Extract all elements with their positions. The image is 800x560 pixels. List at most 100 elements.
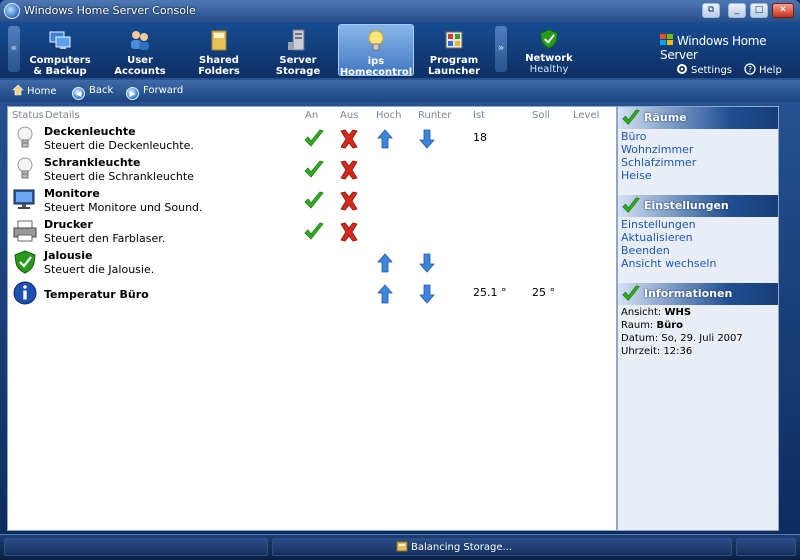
launcher-icon <box>445 31 463 49</box>
off-cross-icon[interactable] <box>338 128 360 150</box>
lightbulb-icon <box>368 30 384 51</box>
info-room-value: Büro <box>656 320 684 331</box>
table-row-temperatur-buero[interactable]: Temperatur Büro 25.1 ° 25 ° <box>8 278 616 309</box>
home-button[interactable]: Home <box>12 84 57 98</box>
side-panel: Räume Büro Wohnzimmer Schlafzimmer Heise… <box>617 106 779 531</box>
device-table: Status Details An Aus Hoch Runter Ist So… <box>7 106 617 531</box>
device-name: Temperatur Büro <box>44 288 149 301</box>
tab-program-launcher[interactable]: Program Launcher <box>416 24 492 77</box>
table-row-jalousie[interactable]: Jalousie Steuert die Jalousie. <box>8 247 616 278</box>
nav-bar: « Computers & Backup User Accounts Share… <box>0 22 800 78</box>
tab-computers-backup[interactable]: Computers & Backup <box>22 24 98 77</box>
info-view-label: Ansicht: <box>621 307 662 318</box>
tab-shared-folders[interactable]: Shared Folders <box>181 24 257 77</box>
room-link-buero[interactable]: Büro <box>621 130 696 143</box>
info-time-label: Uhrzeit: <box>621 346 661 357</box>
back-arrow-icon: ◀ <box>72 87 85 100</box>
tab-user-accounts[interactable]: User Accounts <box>102 24 178 77</box>
whs-app-icon <box>4 3 20 19</box>
table-row-schrankleuchte[interactable]: Schrankleuchte Steuert die Schrankleucht… <box>8 154 616 185</box>
header-target: Soll <box>532 110 551 121</box>
help-button[interactable]: ? Help <box>744 63 782 76</box>
network-label: Network <box>525 53 573 64</box>
title-bar: Windows Home Server Console ⧉ _ □ ✕ <box>0 0 800 22</box>
maximize-button[interactable]: □ <box>750 3 768 18</box>
on-check-icon[interactable] <box>303 221 325 243</box>
forward-label: Forward <box>143 85 184 96</box>
minimize-button[interactable]: _ <box>728 3 746 18</box>
actual-value: 18 <box>473 131 487 144</box>
folder-icon <box>211 30 227 51</box>
help-label: Help <box>759 65 782 76</box>
storage-icon <box>396 541 408 552</box>
nav-scroll-left-button[interactable]: « <box>8 26 20 72</box>
info-room-label: Raum: <box>621 320 654 331</box>
tab-ips-homecontrol[interactable]: ips Homecontrol <box>338 24 414 78</box>
header-status: Status <box>12 110 44 121</box>
settings-label: Settings <box>691 65 733 76</box>
restore-window-button[interactable]: ⧉ <box>702 3 720 18</box>
brand-logo: Windows Home Server <box>660 34 800 62</box>
device-description: Steuert die Jalousie. <box>44 263 155 276</box>
network-shield-icon <box>538 28 560 50</box>
switch-view-link[interactable]: Ansicht wechseln <box>621 257 716 270</box>
close-button[interactable]: ✕ <box>772 3 794 18</box>
nav-scroll-right-button[interactable]: » <box>495 26 507 72</box>
info-view-value: WHS <box>664 307 692 318</box>
computers-icon <box>49 31 71 49</box>
exit-link[interactable]: Beenden <box>621 244 716 257</box>
storage-status-text: Balancing Storage... <box>411 542 513 553</box>
down-arrow-icon[interactable] <box>416 252 438 274</box>
room-link-heise[interactable]: Heise <box>621 169 696 182</box>
target-value: 25 ° <box>532 286 555 299</box>
info-view: Ansicht: WHS <box>621 306 743 319</box>
toolbar: Home ◀ Back ▶ Forward <box>0 80 800 102</box>
room-link-schlafzimmer[interactable]: Schlafzimmer <box>621 156 696 169</box>
down-arrow-icon[interactable] <box>416 283 438 305</box>
up-arrow-icon[interactable] <box>374 252 396 274</box>
on-check-icon[interactable] <box>303 159 325 181</box>
up-arrow-icon[interactable] <box>374 128 396 150</box>
off-cross-icon[interactable] <box>338 190 360 212</box>
check-icon <box>621 108 641 128</box>
header-actual: Ist <box>473 110 486 121</box>
help-icon: ? <box>744 63 756 75</box>
tab-server-storage[interactable]: Server Storage <box>260 24 336 77</box>
settings-link[interactable]: Einstellungen <box>621 218 716 231</box>
off-cross-icon[interactable] <box>338 159 360 181</box>
up-arrow-icon[interactable] <box>374 283 396 305</box>
device-description: Steuert die Schrankleuchte <box>44 170 194 183</box>
tab-line1: Computers <box>29 55 91 66</box>
forward-button[interactable]: ▶ Forward <box>126 84 184 100</box>
info-list: Ansicht: WHS Raum: Büro Datum: So, 29. J… <box>621 306 743 358</box>
room-link-wohnzimmer[interactable]: Wohnzimmer <box>621 143 696 156</box>
status-segment <box>4 538 268 556</box>
check-icon <box>621 284 641 304</box>
settings-title: Einstellungen <box>644 199 729 212</box>
header-off: Aus <box>340 110 359 121</box>
down-arrow-icon[interactable] <box>416 128 438 150</box>
refresh-link[interactable]: Aktualisieren <box>621 231 716 244</box>
table-row-monitore[interactable]: Monitore Steuert Monitore und Sound. <box>8 185 616 216</box>
rooms-panel-header: Räume <box>618 107 778 129</box>
device-name: Drucker <box>44 218 93 231</box>
table-row-deckenleuchte[interactable]: Deckenleuchte Steuert die Deckenleuchte.… <box>8 123 616 154</box>
device-name: Monitore <box>44 187 100 200</box>
info-title: Informationen <box>644 287 733 300</box>
network-status[interactable]: Network Healthy <box>514 24 584 76</box>
info-time-value: 12:36 <box>663 346 693 357</box>
tab-line2: Launcher <box>427 66 481 77</box>
window-title: Windows Home Server Console <box>24 4 196 17</box>
on-check-icon[interactable] <box>303 128 325 150</box>
settings-button[interactable]: Settings <box>676 63 732 76</box>
bulb-icon <box>12 156 38 182</box>
on-check-icon[interactable] <box>303 190 325 212</box>
info-time: Uhrzeit: 12:36 <box>621 345 743 358</box>
brand-text: Windows Home Server <box>660 34 767 62</box>
off-cross-icon[interactable] <box>338 221 360 243</box>
table-row-drucker[interactable]: Drucker Steuert den Farblaser. <box>8 216 616 247</box>
server-icon <box>288 29 305 51</box>
info-date: Datum: So, 29. Juli 2007 <box>621 332 743 345</box>
printer-icon <box>12 218 38 244</box>
back-button[interactable]: ◀ Back <box>72 84 113 100</box>
